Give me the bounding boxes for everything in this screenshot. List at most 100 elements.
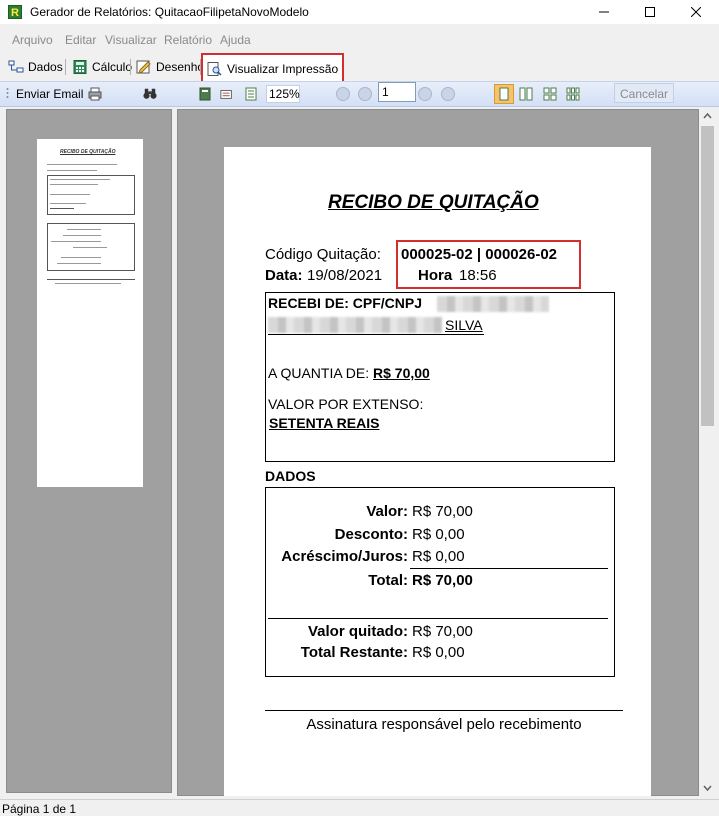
page-thumbnail[interactable]: RECIBO DE QUITAÇÃO xyxy=(37,139,143,487)
thumb-line xyxy=(47,170,97,171)
tab-calculo[interactable]: Cálculo xyxy=(72,58,132,76)
cancel-button[interactable]: Cancelar xyxy=(614,83,674,103)
menu-editar[interactable]: Editar xyxy=(65,33,96,47)
redacted-name xyxy=(268,317,442,333)
extenso-value: SETENTA REAIS xyxy=(269,415,380,431)
vertical-scrollbar[interactable] xyxy=(699,109,716,796)
maximize-button[interactable] xyxy=(627,0,673,24)
thumb-line xyxy=(73,247,107,248)
acrescimo-label: Acréscimo/Juros: xyxy=(281,548,408,565)
previous-page-icon xyxy=(358,87,372,101)
tab-dados[interactable]: Dados xyxy=(8,58,63,76)
separator xyxy=(65,59,66,75)
thumb-line xyxy=(47,279,135,280)
recebi-name-suffix: SILVA xyxy=(445,317,483,333)
scroll-down-icon xyxy=(703,785,712,792)
extenso-label: VALOR POR EXTENSO: xyxy=(268,396,424,412)
page-number-input[interactable] xyxy=(378,82,416,102)
zoom-page-icon xyxy=(245,87,257,101)
export-button[interactable] xyxy=(220,85,234,103)
single-page-view-button[interactable] xyxy=(494,84,514,104)
thumb-line xyxy=(67,229,101,230)
receipt-title: RECIBO DE QUITAÇÃO xyxy=(328,192,539,213)
next-page-button[interactable] xyxy=(418,85,432,103)
thumb-title: RECIBO DE QUITAÇÃO xyxy=(60,149,116,155)
last-page-button[interactable] xyxy=(441,85,455,103)
page-status: Página 1 de 1 xyxy=(2,802,77,816)
menu-arquivo[interactable]: Arquivo xyxy=(12,33,53,47)
dados-heading: DADOS xyxy=(265,468,316,484)
two-page-view-button[interactable] xyxy=(519,85,533,103)
signature-line xyxy=(265,710,623,711)
export-icon xyxy=(220,90,232,99)
app-logo-icon: R xyxy=(8,5,22,19)
last-page-icon xyxy=(441,87,455,101)
thumb-box xyxy=(47,175,135,215)
page-setup-button[interactable] xyxy=(198,85,212,103)
desconto-value: R$ 0,00 xyxy=(412,526,465,543)
print-preview-icon xyxy=(207,61,222,76)
menu-visualizar[interactable]: Visualizar xyxy=(105,33,157,47)
tab-desenho[interactable]: Desenho xyxy=(136,58,204,76)
thumb-line xyxy=(63,235,101,236)
valor-value: R$ 70,00 xyxy=(412,503,473,520)
menu-bar: Arquivo Editar Visualizar Relatório Ajud… xyxy=(0,28,719,50)
thumb-line xyxy=(50,208,74,209)
thumb-line xyxy=(51,241,101,242)
mode-toolbar: Dados Cálculo Desenho Visualizar Impress… xyxy=(0,53,719,84)
thumb-line xyxy=(50,203,86,204)
status-bar: Página 1 de 1 xyxy=(0,799,719,816)
valor-label: Valor: xyxy=(366,503,408,520)
total-value: R$ 70,00 xyxy=(412,572,473,589)
binoculars-icon xyxy=(143,88,157,99)
thumb-line xyxy=(57,263,101,264)
two-page-icon xyxy=(519,87,533,101)
single-page-icon xyxy=(499,87,509,101)
print-button[interactable] xyxy=(88,85,102,103)
thumb-line xyxy=(47,164,117,165)
highlight-box xyxy=(396,240,581,289)
data-label: Data: xyxy=(265,267,303,284)
close-icon xyxy=(691,7,701,17)
printer-icon xyxy=(88,87,102,101)
title-bar: R Gerador de Relatórios: QuitacaoFilipet… xyxy=(0,0,719,24)
recebi-label: RECEBI DE: CPF/CNPJ xyxy=(268,295,423,311)
minimize-button[interactable] xyxy=(581,0,627,24)
toolbar-grip xyxy=(4,85,10,103)
restante-label: Total Restante: xyxy=(300,644,408,661)
quitado-separator xyxy=(268,618,608,619)
calculator-icon xyxy=(73,60,87,74)
data-value: 19/08/2021 xyxy=(307,267,383,284)
quantia-value: R$ 70,00 xyxy=(373,365,430,381)
thumb-line xyxy=(50,184,98,185)
thumb-line xyxy=(55,283,121,284)
data-tree-icon xyxy=(8,60,24,73)
codigo-label: Código Quitação: xyxy=(265,246,381,263)
window-title: Gerador de Relatórios: QuitacaoFilipetaN… xyxy=(30,5,309,19)
multi-page-view-button[interactable] xyxy=(543,85,557,103)
first-page-button[interactable] xyxy=(336,85,350,103)
menu-relatorio[interactable]: Relatório xyxy=(164,33,212,47)
tab-dados-label: Dados xyxy=(28,60,63,74)
tab-visualizar-impressao[interactable]: Visualizar Impressão xyxy=(201,53,345,84)
grid-page-view-button[interactable] xyxy=(566,85,580,103)
quantia-label: A QUANTIA DE: xyxy=(268,365,370,381)
find-button[interactable] xyxy=(143,85,157,103)
thumb-line xyxy=(50,194,90,195)
scrollbar-thumb[interactable] xyxy=(701,126,714,426)
restante-value: R$ 0,00 xyxy=(412,644,465,661)
send-email-button[interactable]: Enviar Email xyxy=(16,85,83,103)
menu-ajuda[interactable]: Ajuda xyxy=(220,33,251,47)
next-page-icon xyxy=(418,87,432,101)
total-separator xyxy=(410,568,608,569)
close-button[interactable] xyxy=(673,0,719,24)
tab-desenho-label: Desenho xyxy=(156,60,205,74)
zoom-page-button[interactable] xyxy=(244,85,258,103)
thumb-line xyxy=(50,179,110,180)
desconto-label: Desconto: xyxy=(334,526,408,543)
thumb-line xyxy=(61,257,101,258)
zoom-select[interactable]: 125% xyxy=(266,85,300,103)
tab-calculo-label: Cálculo xyxy=(92,60,133,74)
previous-page-button[interactable] xyxy=(358,85,372,103)
grid-page-icon xyxy=(566,87,580,101)
